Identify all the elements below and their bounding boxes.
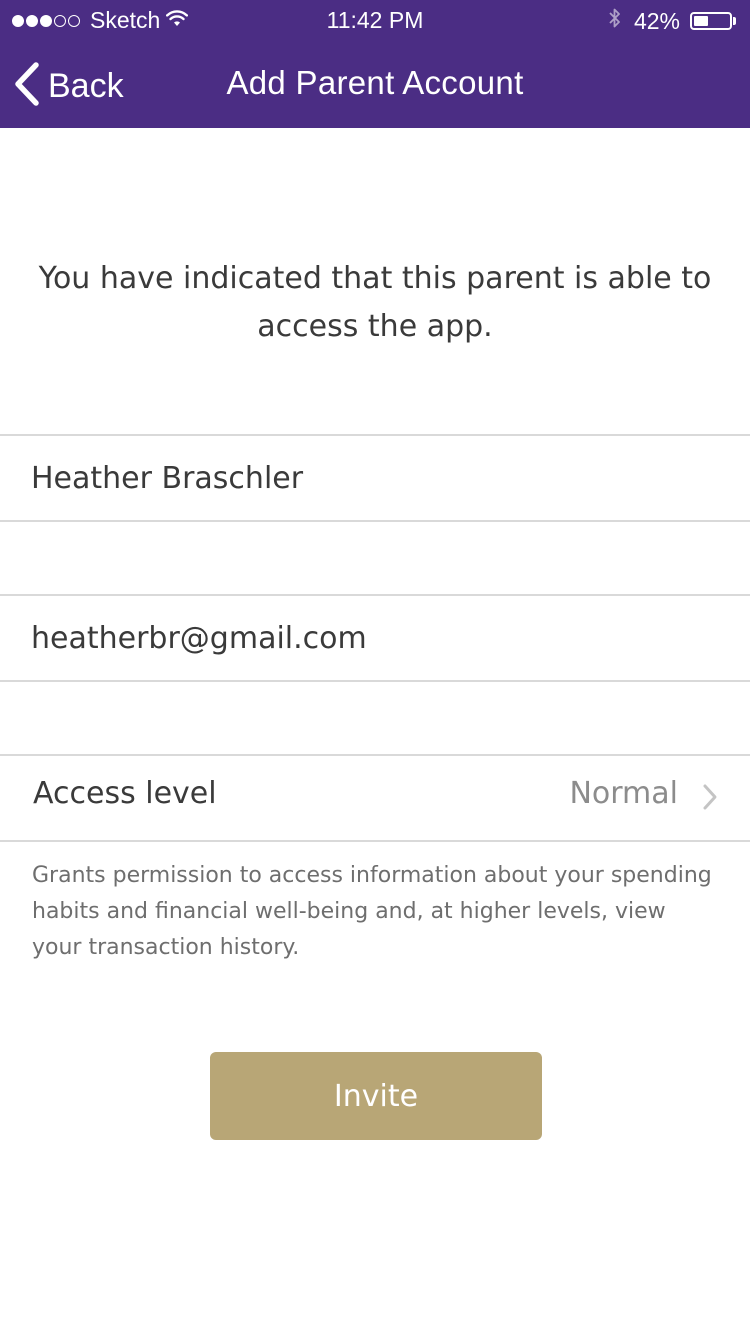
access-level-row[interactable]: Access level Normal <box>0 754 750 842</box>
navigation-bar: Back Add Parent Account <box>0 40 750 128</box>
status-bar: Sketch 11:42 PM 42% <box>0 0 750 40</box>
name-input[interactable] <box>31 436 711 520</box>
email-field-row <box>0 594 750 682</box>
battery-icon <box>690 12 732 30</box>
battery-level <box>694 16 709 26</box>
access-level-label: Access level <box>33 776 217 811</box>
email-input[interactable] <box>31 596 711 680</box>
page-title: Add Parent Account <box>226 64 524 101</box>
invite-button[interactable]: Invite <box>210 1052 542 1140</box>
bluetooth-icon <box>608 7 622 35</box>
intro-text: You have indicated that this parent is a… <box>38 261 712 344</box>
battery-percent: 42% <box>633 7 680 34</box>
access-level-help-text: Grants permission to access information … <box>32 863 712 960</box>
access-level-value: Normal <box>569 776 678 811</box>
status-bar-right: 42% <box>608 7 736 35</box>
name-field-row <box>0 434 750 522</box>
chevron-right-icon <box>702 783 718 815</box>
battery-tip <box>733 17 736 25</box>
